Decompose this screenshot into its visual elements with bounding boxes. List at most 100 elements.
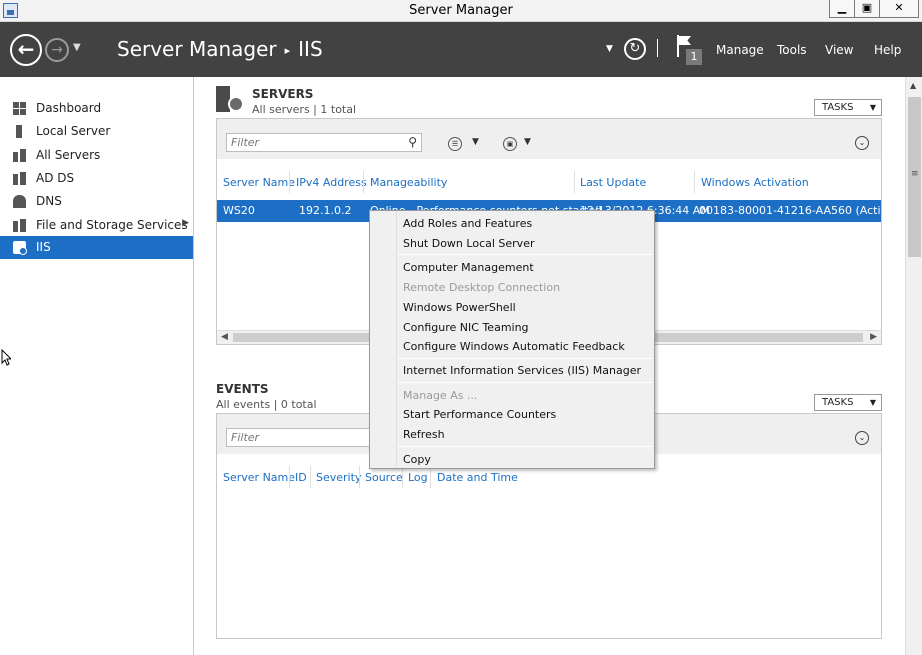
col-source[interactable]: Source [365,471,403,484]
col-severity[interactable]: Severity [316,471,361,484]
sidebar-item-dashboard[interactable]: Dashboard [0,97,193,120]
mouse-cursor-icon [1,349,11,366]
sidebar-item-label: IIS [36,240,51,254]
col-server-name[interactable]: Server Name [223,176,295,189]
cell-server-name: WS20 [223,204,255,217]
chevron-down-icon[interactable]: ▼ [524,137,531,147]
menu-item-copy[interactable]: Copy [403,453,431,466]
vertical-scrollbar[interactable]: ▲ ≡ [905,77,922,655]
servers-tasks-button[interactable]: TASKS ▼ [814,99,882,116]
search-icon[interactable]: ⚲ [408,134,417,151]
servers-subtitle: All servers | 1 total [252,103,357,116]
menu-item-nic-teaming[interactable]: Configure NIC Teaming [403,321,529,334]
column-divider [363,171,364,193]
scroll-right-icon[interactable]: ▶ [870,332,877,342]
col-server-name[interactable]: Server Name [223,471,295,484]
sidebar-item-all-servers[interactable]: All Servers [0,144,193,167]
tasks-label: TASKS [822,102,854,113]
menu-separator [398,254,652,255]
column-divider [359,466,360,488]
column-divider [289,466,290,488]
notification-count-badge: 1 [686,49,702,65]
col-manageability[interactable]: Manageability [370,176,447,189]
context-menu: Add Roles and Features Shut Down Local S… [369,210,655,469]
col-windows-activation[interactable]: Windows Activation [701,176,809,189]
server-icon [216,86,230,112]
dns-icon [13,195,26,208]
chevron-down-icon: ▼ [869,103,876,112]
sidebar-item-label: Local Server [36,124,111,138]
menu-item-start-counters[interactable]: Start Performance Counters [403,408,556,421]
sidebar-item-dns[interactable]: DNS [0,190,193,213]
column-divider [694,171,695,193]
menu-help[interactable]: Help [874,43,901,57]
events-tasks-button[interactable]: TASKS ▼ [814,394,882,411]
col-date-time[interactable]: Date and Time [437,471,518,484]
servers-title: SERVERS [252,87,314,101]
close-button[interactable]: ✕ [879,0,919,18]
filter-placeholder: Filter [231,431,260,444]
filter-placeholder: Filter [231,136,260,149]
expand-arrow-icon[interactable]: ▶ [182,218,189,228]
sidebar-item-label: All Servers [36,148,101,162]
save-query-icon[interactable]: ▣ [503,137,517,151]
servers-filter-input[interactable]: Filter ⚲ [226,133,422,152]
menu-view[interactable]: View [825,43,853,57]
back-arrow-icon[interactable]: ← [10,34,42,66]
notifications-flag-button[interactable]: 1 [676,35,702,65]
chevron-down-icon[interactable]: ▼ [472,137,479,147]
sidebar-item-file-storage[interactable]: File and Storage Services ▶ [0,214,193,237]
menu-gutter [396,213,397,466]
menu-item-automatic-feedback[interactable]: Configure Windows Automatic Feedback [403,340,625,353]
list-options-icon[interactable]: ☰ [448,137,462,151]
flag-icon [677,35,679,57]
ad-ds-icon [13,172,26,185]
menu-item-powershell[interactable]: Windows PowerShell [403,301,516,314]
expand-icon[interactable]: ⌄ [855,136,869,150]
file-storage-icon [13,219,26,232]
menu-item-iis-manager[interactable]: Internet Information Services (IIS) Mana… [403,364,641,377]
menu-manage[interactable]: Manage [716,43,764,57]
col-ipv4[interactable]: IPv4 Address [296,176,367,189]
col-log[interactable]: Log [408,471,428,484]
col-id[interactable]: ID [295,471,307,484]
col-last-update[interactable]: Last Update [580,176,646,189]
refresh-icon[interactable]: ↻ [624,38,646,60]
sidebar-item-local-server[interactable]: Local Server [0,120,193,143]
cell-activation: 00183-80001-41216-AA560 (Activated) [699,204,881,217]
scrollbar-grip-icon: ≡ [911,169,919,179]
maximize-button[interactable]: ▣ [854,0,880,18]
scroll-up-icon[interactable]: ▲ [910,81,916,90]
scroll-left-icon[interactable]: ◀ [221,332,228,342]
servers-icon [13,149,26,162]
expand-icon[interactable]: ⌄ [855,431,869,445]
forward-arrow-icon[interactable]: → [45,38,69,62]
sidebar-item-label: DNS [36,194,62,208]
menu-tools[interactable]: Tools [777,43,807,57]
header-dropdown-icon[interactable]: ▼ [606,44,613,54]
column-divider [289,171,290,193]
servers-filter-bar: Filter ⚲ ☰ ▼ ▣ ▼ ⌄ [217,119,881,159]
breadcrumb: Server Manager ▸ IIS [117,37,323,61]
menu-separator [398,446,652,447]
sidebar-item-iis[interactable]: IIS [0,236,193,259]
column-divider [574,171,575,193]
app-header: ← → ▼ Server Manager ▸ IIS ▼ ↻ 1 Manage To… [0,22,922,77]
sidebar: Dashboard Local Server All Servers AD DS… [0,77,194,655]
menu-separator [398,358,652,359]
dashboard-icon [13,102,26,115]
menu-item-refresh[interactable]: Refresh [403,428,445,441]
menu-item-computer-management[interactable]: Computer Management [403,261,534,274]
sidebar-item-ad-ds[interactable]: AD DS [0,167,193,190]
menu-item-add-roles[interactable]: Add Roles and Features [403,217,532,230]
menu-item-remote-desktop: Remote Desktop Connection [403,281,561,294]
breadcrumb-root[interactable]: Server Manager [117,37,277,61]
column-divider [430,466,431,488]
tasks-label: TASKS [822,397,854,408]
menu-separator [398,382,652,383]
menu-item-shut-down[interactable]: Shut Down Local Server [403,237,534,250]
cell-ipv4: 192.1.0.2 [299,204,352,217]
breadcrumb-current: IIS [298,37,323,61]
history-dropdown-icon[interactable]: ▼ [73,42,81,53]
minimize-button[interactable]: ▁ [829,0,855,18]
